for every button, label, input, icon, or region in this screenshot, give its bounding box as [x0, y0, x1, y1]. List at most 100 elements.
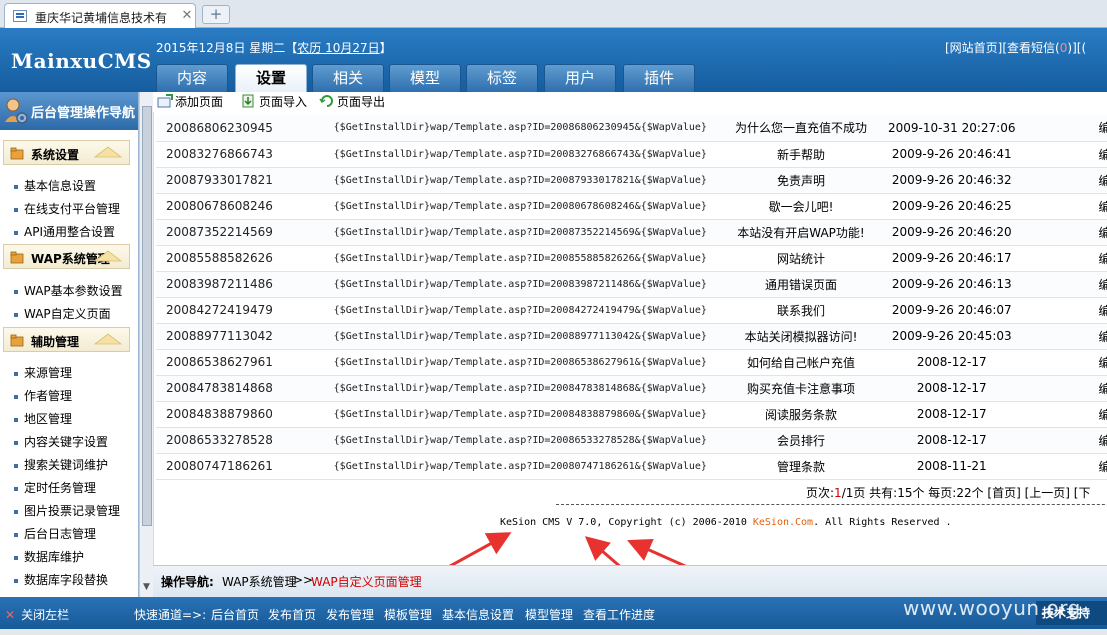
- bullet-icon: [14, 312, 18, 317]
- tab-users[interactable]: 用户: [544, 64, 616, 92]
- bullet-icon: [14, 417, 18, 422]
- more-link[interactable]: [(: [1077, 41, 1086, 55]
- tab-related[interactable]: 相关: [312, 64, 384, 92]
- pager-links[interactable]: /1页 共有:15个 每页:22个 [首页] [上一页] [下: [842, 486, 1091, 500]
- sidebar-item-label: API通用整合设置: [24, 225, 115, 239]
- sidebar-item-keywords[interactable]: 内容关键字设置: [14, 433, 108, 450]
- browser-tab[interactable]: 重庆华记黄埔信息技术有 ✕: [4, 3, 196, 28]
- collapse-arrow-icon: [93, 250, 123, 262]
- sidebar-item-author[interactable]: 作者管理: [14, 387, 72, 404]
- sidebar-item-scheduled-tasks[interactable]: 定时任务管理: [14, 479, 96, 496]
- add-page-button[interactable]: 添加页面: [157, 93, 223, 110]
- sidebar-item-db-maintenance[interactable]: 数据库维护: [14, 548, 84, 565]
- row-edit-link[interactable]: 编: [1036, 427, 1107, 454]
- sidebar-title: 后台管理操作导航: [31, 106, 136, 121]
- folder-icon: [10, 251, 24, 264]
- row-edit-link[interactable]: 编: [1036, 349, 1107, 376]
- row-path: {$GetInstallDir}wap/Template.asp?ID=2008…: [305, 141, 735, 168]
- sidebar-item-vote-records[interactable]: 图片投票记录管理: [14, 502, 120, 519]
- tab-content[interactable]: 内容: [156, 64, 228, 92]
- row-edit-link[interactable]: 编: [1036, 245, 1107, 272]
- row-edit-link[interactable]: 编: [1036, 219, 1107, 246]
- row-edit-link[interactable]: 编: [1036, 323, 1107, 350]
- add-page-label: 添加页面: [175, 95, 224, 109]
- row-edit-link[interactable]: 编: [1036, 271, 1107, 298]
- tab-model[interactable]: 模型: [389, 64, 461, 92]
- table-row: 20083276866743 {$GetInstallDir}wap/Templa…: [156, 141, 1107, 168]
- row-id: 20084783814868: [156, 375, 306, 402]
- breadcrumb-item-wap[interactable]: WAP系统管理: [222, 573, 297, 590]
- bullet-icon: [14, 532, 18, 537]
- annotation-arrow-3: [627, 538, 687, 565]
- row-path: {$GetInstallDir}wap/Template.asp?ID=2008…: [305, 401, 735, 428]
- scroll-down-icon[interactable]: ▼: [143, 582, 150, 592]
- row-edit-link[interactable]: 编: [1036, 167, 1107, 194]
- pager-prefix: 页次:: [806, 486, 835, 500]
- row-path: {$GetInstallDir}wap/Template.asp?ID=2008…: [305, 453, 735, 480]
- quick-link-publish-home[interactable]: 发布首页: [268, 606, 316, 623]
- quick-link-publish-manage[interactable]: 发布管理: [326, 606, 374, 623]
- sidebar-item-label: 后台日志管理: [24, 527, 97, 541]
- row-path: {$GetInstallDir}wap/Template.asp?ID=2008…: [305, 427, 735, 454]
- row-edit-link[interactable]: 编: [1036, 375, 1107, 402]
- messages-link[interactable]: [查看短信(0)]: [1002, 41, 1076, 55]
- sidebar-item-logs[interactable]: 后台日志管理: [14, 525, 96, 542]
- tab-plugins[interactable]: 插件: [623, 64, 695, 92]
- tab-settings[interactable]: 设置: [235, 64, 307, 92]
- bullet-icon: [14, 207, 18, 212]
- sidebar-item-db-replace[interactable]: 数据库字段替换: [14, 571, 108, 588]
- row-edit-link[interactable]: 编: [1036, 193, 1107, 220]
- scrollbar-thumb[interactable]: [142, 106, 152, 526]
- tab-tags[interactable]: 标签: [466, 64, 538, 92]
- sidebar-item-label: 来源管理: [24, 366, 73, 380]
- copyright-prefix: KeSion CMS V 7.0, Copyright (c) 2006-201…: [500, 517, 753, 528]
- sidebar-item-wap-pages[interactable]: WAP自定义页面: [14, 305, 111, 322]
- lunar-date-link[interactable]: 农历 10月27日: [297, 41, 379, 55]
- sidebar-item-wap-params[interactable]: WAP基本参数设置: [14, 282, 123, 299]
- row-edit-link[interactable]: 编: [1036, 453, 1107, 480]
- row-edit-link[interactable]: 编: [1036, 115, 1107, 142]
- close-icon[interactable]: ✕: [180, 8, 194, 24]
- sidebar-group-wap[interactable]: WAP系统管理: [3, 244, 130, 269]
- row-id: 20084272419479: [156, 297, 306, 324]
- sidebar-group-auxiliary[interactable]: 辅助管理: [3, 327, 130, 352]
- sidebar-item-search-terms[interactable]: 搜索关键词维护: [14, 456, 108, 473]
- table-row: 20084272419479 {$GetInstallDir}wap/Templa…: [156, 297, 1107, 324]
- row-path: {$GetInstallDir}wap/Template.asp?ID=2008…: [305, 219, 735, 246]
- site-home-link[interactable]: [网站首页]: [945, 41, 1002, 55]
- quick-link-model-manage[interactable]: 模型管理: [525, 606, 573, 623]
- status-bar: [0, 629, 1107, 635]
- brand-link[interactable]: KeSion.Com: [753, 517, 813, 528]
- row-title: 本站关闭模拟器访问!: [734, 323, 867, 350]
- quick-link-basic-info[interactable]: 基本信息设置: [442, 606, 514, 623]
- row-date: 2009-9-26 20:46:13: [866, 271, 1037, 298]
- row-edit-link[interactable]: 编: [1036, 297, 1107, 324]
- sidebar-item-payment[interactable]: 在线支付平台管理: [14, 200, 120, 217]
- row-date: 2008-11-21: [866, 453, 1037, 480]
- sidebar-item-api[interactable]: API通用整合设置: [14, 223, 115, 240]
- new-tab-button[interactable]: +: [202, 5, 230, 24]
- sidebar-item-label: 搜索关键词维护: [24, 458, 109, 472]
- row-edit-link[interactable]: 编: [1036, 401, 1107, 428]
- sidebar-item-region[interactable]: 地区管理: [14, 410, 72, 427]
- export-page-button[interactable]: 页面导出: [319, 93, 385, 110]
- close-left-panel-button[interactable]: ✕ 关闭左栏: [5, 606, 69, 623]
- row-date: 2009-9-26 20:46:17: [866, 245, 1037, 272]
- row-edit-link[interactable]: 编: [1036, 141, 1107, 168]
- row-title: 为什么您一直充值不成功: [734, 115, 867, 142]
- quick-link-template-manage[interactable]: 模板管理: [384, 606, 432, 623]
- sidebar-item-label: 定时任务管理: [24, 481, 97, 495]
- row-id: 20087933017821: [156, 167, 306, 194]
- sidebar-group-system-settings[interactable]: 系统设置: [3, 140, 130, 165]
- admin-gear-icon: [5, 98, 28, 124]
- quick-link-work-progress[interactable]: 查看工作进度: [583, 606, 655, 623]
- divider: [556, 504, 1107, 505]
- table-row: 20088977113042 {$GetInstallDir}wap/Templa…: [156, 323, 1107, 350]
- sidebar-scrollbar[interactable]: ▼: [139, 92, 153, 597]
- sidebar-item-source[interactable]: 来源管理: [14, 364, 72, 381]
- bullet-icon: [14, 440, 18, 445]
- quick-link-admin-home[interactable]: 后台首页: [211, 606, 259, 623]
- sidebar-item-basic-info[interactable]: 基本信息设置: [14, 177, 96, 194]
- row-id: 20086538627961: [156, 349, 306, 376]
- import-page-button[interactable]: 页面导入: [241, 93, 307, 110]
